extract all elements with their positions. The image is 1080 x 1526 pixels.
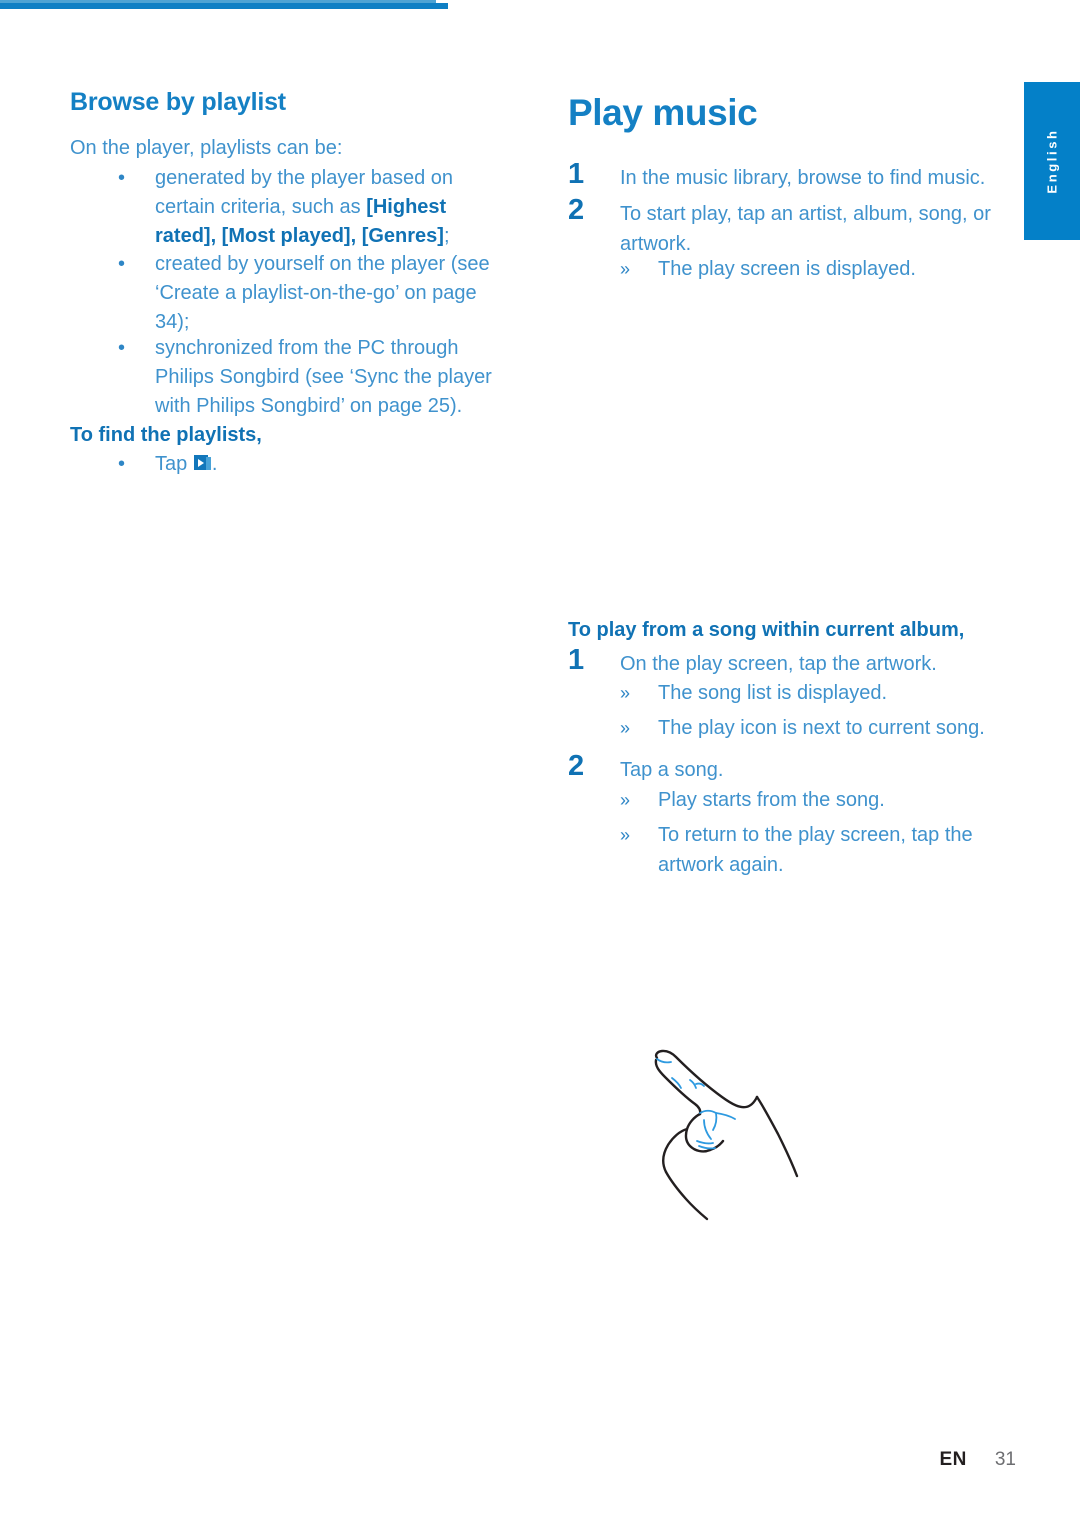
playlist-icon-play-triangle bbox=[197, 458, 204, 467]
thumb-upper-outline bbox=[662, 1127, 689, 1174]
list-item: • generated by the player based on certa… bbox=[70, 164, 506, 251]
footer-page-number: 31 bbox=[994, 1449, 1016, 1470]
bullet-playlist-created: • created by yourself on the player (see… bbox=[70, 250, 506, 337]
result-text: The play icon is next to current song. bbox=[658, 717, 985, 739]
knuckle-crease-out bbox=[715, 1112, 736, 1120]
knuckle-crease-bottom bbox=[696, 1140, 714, 1145]
step-1: 1 In the music library, browse to find m… bbox=[568, 158, 1016, 193]
index-finger-top-outline bbox=[654, 1049, 759, 1109]
section2-heading: To play from a song within current album… bbox=[568, 619, 965, 641]
step-result: » The play screen is displayed. bbox=[568, 254, 1016, 284]
bullet-dot: • bbox=[118, 253, 126, 275]
result-marker: » bbox=[620, 718, 631, 738]
knuckle-crease-mid bbox=[703, 1119, 712, 1140]
result-play-icon: » The play icon is next to current song. bbox=[568, 713, 1020, 743]
result-play-starts: » Play starts from the song. bbox=[568, 785, 1016, 815]
hand-drawing-svg bbox=[654, 1049, 799, 1221]
result-play-screen: » The play screen is displayed. bbox=[568, 254, 1016, 284]
numbered-step: 1 On the play screen, tap the artwork. bbox=[568, 644, 1016, 679]
manual-page: English Browse by playlist On the player… bbox=[0, 0, 1080, 1526]
tap-period: . bbox=[211, 453, 218, 475]
knuckle-crease-top bbox=[699, 1109, 717, 1114]
page-footer: EN 31 bbox=[0, 1449, 1016, 1471]
step-result: » The song list is displayed. bbox=[568, 678, 1016, 708]
find-playlists-heading: To find the playlists, bbox=[70, 424, 262, 446]
numbered-step: 2 Tap a song. bbox=[568, 750, 1016, 785]
language-tab: English bbox=[1024, 82, 1080, 240]
step-number: 2 bbox=[568, 194, 585, 226]
pointing-hand-illustration bbox=[600, 1000, 880, 1260]
bullet-text: created by yourself on the player (see ‘… bbox=[155, 253, 490, 333]
left-column-heading: Browse by playlist bbox=[70, 88, 286, 116]
result-return-play-screen: » To return to the play screen, tap the … bbox=[568, 820, 1008, 880]
step-number: 2 bbox=[568, 750, 585, 782]
playlist-icon[interactable] bbox=[193, 455, 211, 473]
step-number: 1 bbox=[568, 158, 585, 190]
bullet-playlist-synced: • synchronized from the PC through Phili… bbox=[70, 334, 512, 421]
result-text: The song list is displayed. bbox=[658, 682, 888, 704]
result-text: Play starts from the song. bbox=[658, 789, 885, 811]
fingertip-crease bbox=[656, 1058, 672, 1064]
list-item: • synchronized from the PC through Phili… bbox=[70, 334, 512, 421]
page-title: Play music bbox=[568, 92, 758, 133]
bullet-dot: • bbox=[118, 337, 126, 359]
result-marker: » bbox=[620, 683, 631, 703]
knuckle-crease-right bbox=[712, 1112, 718, 1131]
bullet-dot: • bbox=[118, 167, 126, 189]
numbered-step: 1 In the music library, browse to find m… bbox=[568, 158, 1016, 193]
step-2: 2 To start play, tap an artist, album, s… bbox=[568, 194, 1020, 259]
index-finger-bottom-outline bbox=[654, 1058, 702, 1116]
step-text: In the music library, browse to find mus… bbox=[620, 167, 986, 189]
result-marker: » bbox=[620, 825, 631, 845]
language-tab-label: English bbox=[1044, 128, 1060, 194]
bullet-text: synchronized from the PC through Philips… bbox=[155, 337, 492, 417]
step-number: 1 bbox=[568, 644, 585, 676]
result-marker: » bbox=[620, 259, 631, 279]
list-item: • created by yourself on the player (see… bbox=[70, 250, 506, 337]
numbered-step: 2 To start play, tap an artist, album, s… bbox=[568, 194, 1020, 259]
tap-playlist-instruction: • Tap . bbox=[118, 450, 218, 479]
knuckle-crease-bottom2 bbox=[698, 1145, 716, 1150]
footer-language-code: EN bbox=[939, 1449, 967, 1470]
left-column-intro: On the player, playlists can be: bbox=[70, 137, 343, 159]
bullet-dot: • bbox=[118, 453, 126, 475]
result-marker: » bbox=[620, 790, 631, 810]
finger-crease-3 bbox=[695, 1082, 705, 1087]
section2-step-2: 2 Tap a song. bbox=[568, 750, 1016, 785]
tap-label: Tap bbox=[155, 453, 188, 475]
result-text: The play screen is displayed. bbox=[658, 258, 916, 280]
result-song-list: » The song list is displayed. bbox=[568, 678, 1016, 708]
step-result: » The play icon is next to current song. bbox=[568, 713, 1020, 743]
section2-step-1: 1 On the play screen, tap the artwork. bbox=[568, 644, 1016, 679]
bullet-text-post: ; bbox=[443, 225, 450, 247]
step-text: To start play, tap an artist, album, son… bbox=[620, 203, 991, 255]
step-text: Tap a song. bbox=[620, 759, 724, 781]
step-result: » Play starts from the song. bbox=[568, 785, 1016, 815]
bullet-playlist-generated: • generated by the player based on certa… bbox=[70, 164, 506, 251]
thumb-lower-outline bbox=[664, 1170, 709, 1221]
step-result: » To return to the play screen, tap the … bbox=[568, 820, 1008, 880]
right-heading-rule bbox=[0, 3, 448, 9]
playlist-icon-fold bbox=[205, 457, 211, 470]
result-text: To return to the play screen, tap the ar… bbox=[658, 824, 973, 876]
step-text: On the play screen, tap the artwork. bbox=[620, 653, 937, 675]
hand-back-outline bbox=[755, 1095, 799, 1178]
